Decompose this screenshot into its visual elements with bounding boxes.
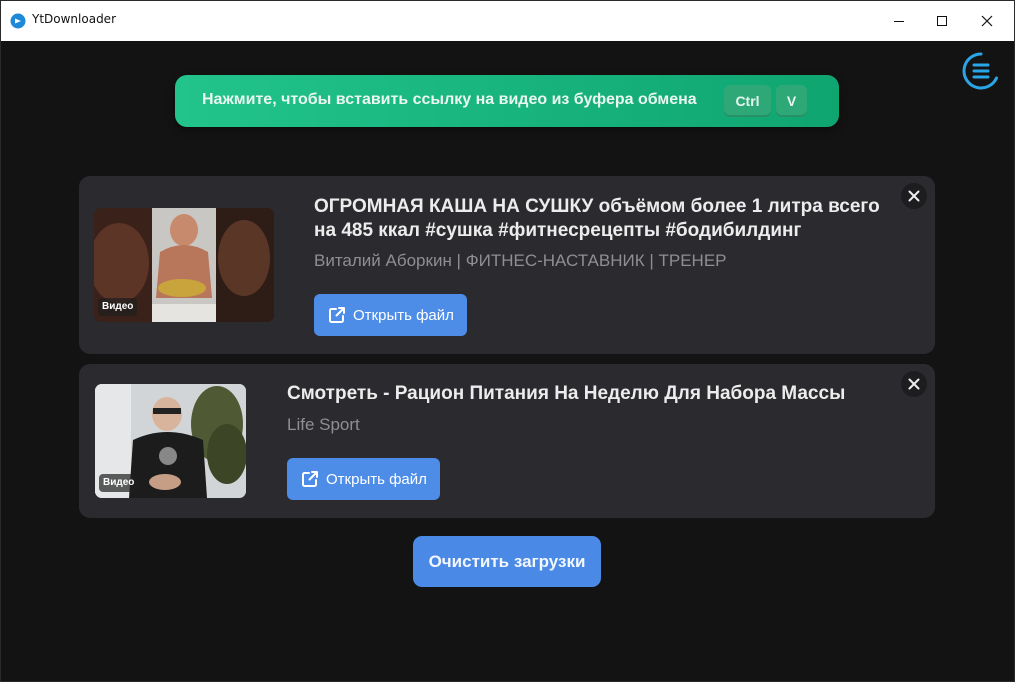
open-file-label: Открыть файл	[353, 306, 454, 324]
minimize-icon	[894, 21, 904, 22]
menu-button[interactable]	[961, 51, 1001, 91]
video-title: Смотреть - Рацион Питания На Неделю Для …	[287, 383, 846, 404]
app-window: YtDownloader Нажмите, чтобы вставить ссы…	[0, 0, 1015, 682]
paste-link-button[interactable]: Нажмите, чтобы вставить ссылку на видео …	[175, 75, 839, 127]
app-logo-icon	[10, 13, 26, 29]
external-link-icon	[329, 307, 345, 323]
title-bar: YtDownloader	[1, 1, 1014, 41]
video-author: Виталий Аборкин | ФИТНЕС-НАСТАВНИК | ТРЕ…	[314, 251, 727, 270]
clear-downloads-button[interactable]: Очистить загрузки	[413, 536, 601, 587]
paste-link-label: Нажмите, чтобы вставить ссылку на видео …	[202, 91, 697, 108]
open-file-button[interactable]: Открыть файл	[287, 458, 440, 500]
close-window-button[interactable]	[964, 1, 1010, 41]
download-card: Видео Смотреть - Рацион Питания На Недел…	[79, 364, 935, 518]
close-icon	[908, 378, 920, 390]
download-card: Видео ОГРОМНАЯ КАША НА СУШКУ объёмом бол…	[79, 176, 935, 354]
maximize-icon	[937, 16, 947, 26]
open-file-label: Открыть файл	[326, 470, 427, 488]
video-thumbnail[interactable]: Видео	[94, 208, 274, 322]
hamburger-menu-icon	[962, 52, 998, 90]
video-author: Life Sport	[287, 415, 360, 434]
ctrl-key-hint: Ctrl	[724, 85, 771, 117]
remove-download-button[interactable]	[901, 371, 927, 397]
video-title: ОГРОМНАЯ КАША НА СУШКУ объёмом более 1 л…	[314, 196, 880, 241]
window-title: YtDownloader	[32, 12, 116, 26]
remove-download-button[interactable]	[901, 183, 927, 209]
close-icon	[908, 190, 920, 202]
video-badge: Видео	[99, 474, 139, 492]
v-key-hint: V	[776, 85, 807, 117]
video-badge: Видео	[98, 298, 138, 316]
video-thumbnail[interactable]: Видео	[95, 384, 246, 498]
external-link-icon	[302, 471, 318, 487]
close-icon	[981, 15, 993, 27]
open-file-button[interactable]: Открыть файл	[314, 294, 467, 336]
maximize-button[interactable]	[919, 1, 965, 41]
minimize-button[interactable]	[876, 1, 922, 41]
